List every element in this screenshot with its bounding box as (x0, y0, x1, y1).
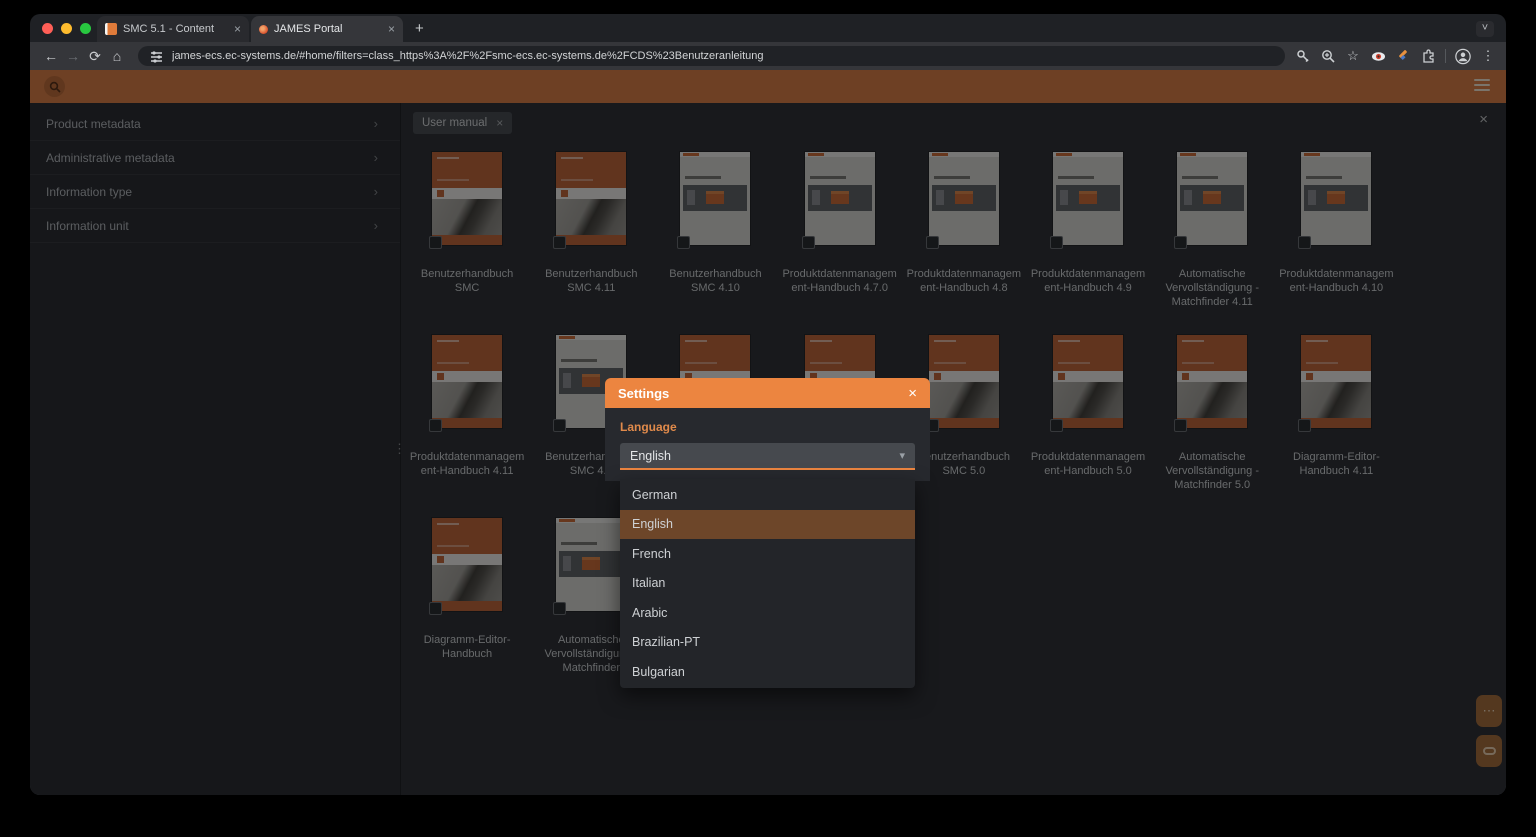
extensions-puzzle-icon[interactable] (1420, 48, 1436, 64)
smc-favicon (105, 23, 117, 35)
language-option-french[interactable]: French (620, 539, 915, 569)
site-settings-icon[interactable] (148, 48, 164, 64)
profile-avatar-icon[interactable] (1455, 48, 1471, 64)
browser-toolbar: ← → ⟳ ⌂ james-ecs.ec-systems.de/#home/fi… (30, 42, 1506, 70)
reload-button[interactable]: ⟳ (84, 42, 106, 70)
tab-title: SMC 5.1 - Content (123, 23, 228, 35)
browser-window: SMC 5.1 - Content × JAMES Portal × + ˅ ←… (30, 14, 1506, 795)
home-button[interactable]: ⌂ (106, 42, 128, 70)
dialog-close-icon[interactable]: × (908, 385, 917, 402)
toolbar-actions: ☆ ⋮ (1295, 48, 1496, 64)
james-favicon (259, 25, 268, 34)
language-dropdown: GermanEnglishFrenchItalianArabicBrazilia… (620, 479, 915, 688)
language-option-brazilian-pt[interactable]: Brazilian-PT (620, 628, 915, 658)
language-label: Language (620, 420, 915, 434)
language-option-arabic[interactable]: Arabic (620, 598, 915, 628)
dialog-title: Settings (618, 386, 669, 401)
zoom-icon[interactable] (1320, 48, 1336, 64)
dialog-body: Language English ▾ (605, 408, 930, 481)
tab-close-icon[interactable]: × (234, 22, 241, 36)
language-option-german[interactable]: German (620, 480, 915, 510)
new-tab-button[interactable]: + (415, 20, 424, 37)
forward-button[interactable]: → (62, 42, 84, 70)
page-viewport: Product metadata › Administrative metada… (30, 70, 1506, 795)
pen-extension-icon[interactable] (1395, 48, 1411, 64)
zoom-window-button[interactable] (80, 23, 91, 34)
settings-dialog: Settings × Language English ▾ GermanEngl… (605, 378, 930, 481)
tab-title: JAMES Portal (274, 23, 382, 35)
eye-extension-icon[interactable] (1370, 48, 1386, 64)
password-key-icon[interactable] (1295, 48, 1311, 64)
dialog-header: Settings × (605, 378, 930, 408)
address-bar[interactable]: james-ecs.ec-systems.de/#home/filters=cl… (138, 46, 1285, 66)
language-option-english[interactable]: English (620, 510, 915, 540)
url-text: james-ecs.ec-systems.de/#home/filters=cl… (172, 50, 763, 62)
bookmark-star-icon[interactable]: ☆ (1345, 48, 1361, 64)
language-option-bulgarian[interactable]: Bulgarian (620, 657, 915, 687)
language-select-value: English (630, 449, 671, 463)
tab-strip: SMC 5.1 - Content × JAMES Portal × + ˅ (30, 14, 1506, 42)
toolbar-separator (1445, 49, 1446, 63)
chevron-down-icon: ▾ (899, 449, 905, 462)
language-option-italian[interactable]: Italian (620, 569, 915, 599)
tab-james-portal[interactable]: JAMES Portal × (251, 16, 403, 42)
tab-close-icon[interactable]: × (388, 22, 395, 36)
browser-menu-kebab-icon[interactable]: ⋮ (1480, 48, 1496, 64)
close-window-button[interactable] (42, 23, 53, 34)
minimize-window-button[interactable] (61, 23, 72, 34)
back-button[interactable]: ← (40, 42, 62, 70)
language-select[interactable]: English ▾ (620, 443, 915, 470)
tab-smc-content[interactable]: SMC 5.1 - Content × (97, 16, 249, 42)
tab-search-chevron-icon[interactable]: ˅ (1476, 21, 1494, 37)
window-controls (42, 14, 91, 42)
